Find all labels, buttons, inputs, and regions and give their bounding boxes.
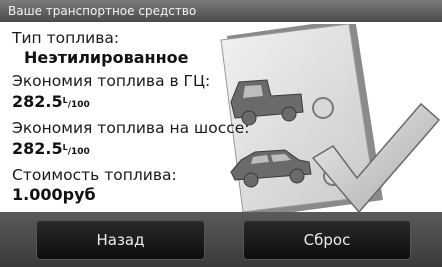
fuel-cost-label: Стоимость топлива: (12, 166, 177, 184)
back-button[interactable]: Назад (36, 220, 205, 260)
title-bar: Ваше транспортное средство (0, 0, 442, 22)
highway-economy-unit: L/100 (62, 143, 90, 157)
city-economy-value-row: 282.5L/100 (12, 91, 250, 115)
button-bar: Назад Сброс (0, 212, 442, 267)
window-title: Ваше транспортное средство (8, 4, 197, 18)
fuel-type-value: Неэтилированное (24, 48, 189, 67)
city-economy-value: 282.5 (12, 92, 63, 111)
content-area: Тип топлива: Неэтилированное Экономия то… (0, 22, 442, 212)
highway-economy-value-row: 282.5L/100 (12, 138, 250, 162)
fuel-type-label: Тип топлива: (12, 29, 120, 47)
city-economy-unit: L/100 (62, 96, 90, 110)
reset-button[interactable]: Сброс (243, 220, 411, 260)
vehicle-fields: Тип топлива: Неэтилированное Экономия то… (12, 29, 250, 205)
highway-economy-label: Экономия топлива на шоссе: (12, 119, 250, 137)
city-economy-label: Экономия топлива в ГЦ: (12, 72, 211, 90)
highway-economy-value: 282.5 (12, 139, 63, 158)
fuel-cost-value: 1.000руб (12, 185, 96, 204)
